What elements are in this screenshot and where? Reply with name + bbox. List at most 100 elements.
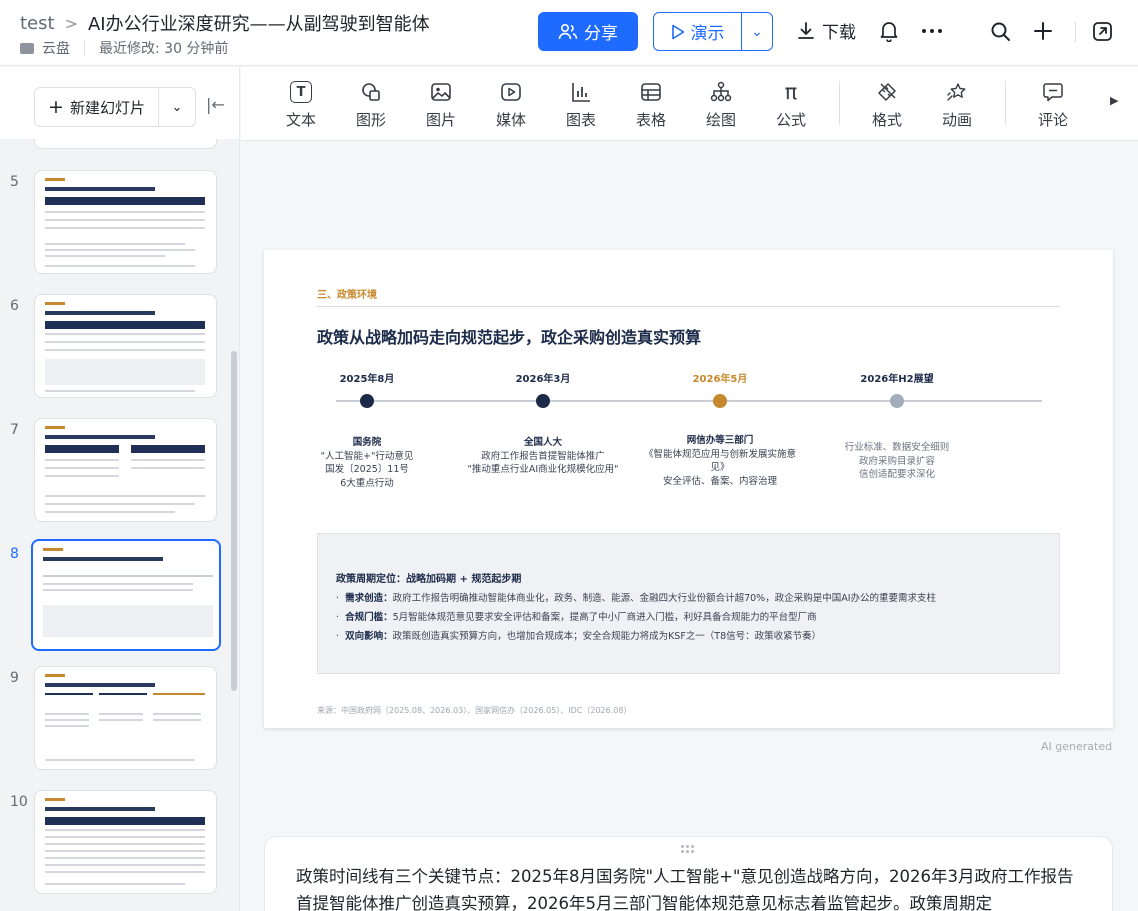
timeline-line-text: 信创适配要求深化 [858, 469, 935, 480]
divider [839, 81, 840, 125]
thumbnail-scrollbar[interactable] [231, 351, 237, 691]
download-button[interactable]: 下载 [796, 18, 856, 43]
timeline-line-text: 行业标准、数据安全细则 [844, 442, 950, 453]
slide-thumbnail[interactable] [34, 170, 217, 274]
present-options-dropdown[interactable]: ⌄ [742, 24, 772, 40]
tool-label: 文本 [285, 111, 316, 129]
chevron-down-icon: ⌄ [751, 23, 763, 40]
timeline-line [336, 400, 1042, 402]
section-rule [317, 306, 1060, 307]
tool-label: 图表 [565, 111, 596, 129]
timeline-dot [890, 394, 904, 408]
summary-bullet: · 合规门槛：5月智能体规范意见要求安全评估和备案，提高了中小厂商进入门槛，利好… [336, 612, 817, 623]
insert-shape-button[interactable]: 图形 [343, 81, 399, 130]
slide-canvas[interactable]: 三、政策环境 政策从战略加码走向规范起步，政企采购创造真实预算 2025年8月 … [264, 250, 1113, 728]
slide-thumbnail-row[interactable]: 8 [0, 539, 239, 651]
toolbar-more-arrow-icon[interactable]: ▶ [1110, 94, 1118, 107]
slide-thumbnail[interactable] [34, 666, 217, 770]
share-button[interactable]: 分享 [538, 12, 638, 51]
slide-thumbnail-panel: + 新建幻灯片 ⌄ |← 5 6 7 8 9 10 [0, 67, 240, 911]
tool-label: 格式 [871, 111, 902, 129]
slide-thumbnail[interactable] [34, 418, 217, 522]
slide-thumbnail-row[interactable]: 10 [0, 790, 239, 898]
insert-image-button[interactable]: 图片 [413, 81, 469, 130]
share-label: 分享 [584, 24, 618, 44]
last-modified: 最近修改: 30 分钟前 [99, 41, 229, 57]
slide-thumbnail-row[interactable]: 5 [0, 170, 239, 278]
timeline-description: 行业标准、数据安全细则 政府采购目录扩容 信创适配要求深化 [802, 441, 992, 482]
insert-text-button[interactable]: T 文本 [273, 81, 329, 130]
slide-thumbnail-partial[interactable] [34, 139, 217, 149]
drag-handle-icon[interactable] [681, 845, 697, 853]
slide-thumbnail-active[interactable] [31, 539, 221, 651]
policy-summary-box: 政策周期定位：战略加码期 + 规范起步期 · 需求创造：政府工作报告明确推动智能… [317, 533, 1060, 674]
collapse-panel-icon[interactable]: |← [206, 95, 225, 114]
timeline-line-text: "推动重点行业AI商业化规模化应用" [467, 464, 619, 475]
slide-thumbnail[interactable] [34, 790, 217, 894]
open-external-icon[interactable] [1090, 18, 1114, 44]
slide-thumbnail-row[interactable]: 7 [0, 418, 239, 526]
new-slide-row: + 新建幻灯片 ⌄ |← [0, 67, 239, 139]
diagram-icon [710, 81, 732, 103]
timeline-dot [536, 394, 550, 408]
plus-icon: + [48, 95, 64, 118]
timeline-heading: 网信办等三部门 [686, 435, 754, 446]
slide-title: 政策从战略加码走向规范起步，政企采购创造真实预算 [317, 328, 702, 347]
tool-label: 动画 [941, 111, 972, 129]
format-button[interactable]: 格式 [859, 81, 915, 130]
slide-thumbnail-row[interactable]: 6 [0, 294, 239, 402]
present-button[interactable]: 演示 [654, 13, 742, 50]
insert-toolbar: T 文本 图形 图片 媒体 图表 表格 绘图 π 公式 格式 动画 评论 ▶ [241, 67, 1138, 141]
slide-thumbnail[interactable] [34, 294, 217, 398]
new-slide-options-dropdown[interactable]: ⌄ [159, 100, 195, 115]
timeline-date: 2026年H2展望 [860, 374, 934, 385]
animation-icon [946, 81, 968, 103]
timeline-heading: 全国人大 [523, 437, 562, 448]
bell-icon[interactable] [877, 18, 901, 44]
insert-table-button[interactable]: 表格 [623, 81, 679, 130]
comment-button[interactable]: 评论 [1025, 81, 1081, 130]
summary-title: 政策周期定位：战略加码期 + 规范起步期 [336, 574, 522, 585]
present-label: 演示 [690, 24, 725, 44]
folder-icon [20, 42, 34, 54]
media-icon [500, 81, 522, 103]
location-link[interactable]: 云盘 [42, 38, 70, 58]
tool-label: 图片 [425, 111, 456, 129]
divider [1075, 22, 1076, 42]
format-icon [876, 81, 898, 103]
speaker-notes-panel[interactable]: 政策时间线有三个关键节点：2025年8月国务院"人工智能+"意见创造战略方向，2… [264, 836, 1113, 911]
text-icon: T [290, 81, 312, 103]
shape-icon [360, 81, 382, 103]
new-slide-button-group: + 新建幻灯片 ⌄ [34, 87, 196, 127]
timeline-description: 全国人大 政府工作报告首提智能体推广 "推动重点行业AI商业化规模化应用" [448, 436, 638, 477]
search-icon[interactable] [988, 18, 1012, 44]
timeline-line-text: 《智能体规范应用与创新发展实施意 [643, 448, 796, 460]
insert-formula-button[interactable]: π 公式 [763, 81, 819, 130]
speaker-notes-text[interactable]: 政策时间线有三个关键节点：2025年8月国务院"人工智能+"意见创造战略方向，2… [296, 863, 1086, 911]
timeline-date: 2026年5月 [692, 374, 748, 385]
chevron-right-icon: > [64, 13, 78, 33]
slide-number: 6 [10, 298, 19, 314]
new-slide-button[interactable]: + 新建幻灯片 [35, 88, 159, 126]
timeline-description: 网信办等三部门 《智能体规范应用与创新发展实施意 见》 安全评估、备案、内容治理 [625, 434, 815, 488]
plus-icon[interactable] [1031, 18, 1055, 44]
animation-button[interactable]: 动画 [929, 81, 985, 130]
document-title[interactable]: AI办公行业深度研究——从副驾驶到智能体 [88, 10, 430, 36]
breadcrumb: test > AI办公行业深度研究——从副驾驶到智能体 [20, 10, 430, 36]
insert-media-button[interactable]: 媒体 [483, 81, 539, 130]
new-slide-label: 新建幻灯片 [69, 98, 145, 117]
users-icon [558, 23, 578, 39]
divider [84, 41, 85, 55]
bullet-text: 政策既创造真实预算方向，也增加合规成本；安全合规能力将成为KSF之一（T8信号：… [392, 631, 822, 642]
workspace-link[interactable]: test [20, 13, 55, 34]
insert-diagram-button[interactable]: 绘图 [693, 81, 749, 130]
comment-icon [1042, 81, 1064, 103]
slide-thumbnail-row[interactable]: 9 [0, 666, 239, 774]
more-icon[interactable] [920, 18, 944, 44]
image-icon [430, 81, 452, 103]
slide-number: 10 [10, 794, 28, 810]
insert-chart-button[interactable]: 图表 [553, 81, 609, 130]
timeline-heading: 国务院 [352, 437, 382, 448]
timeline-line-text: 见》 [710, 462, 730, 473]
timeline-dot [713, 394, 727, 408]
